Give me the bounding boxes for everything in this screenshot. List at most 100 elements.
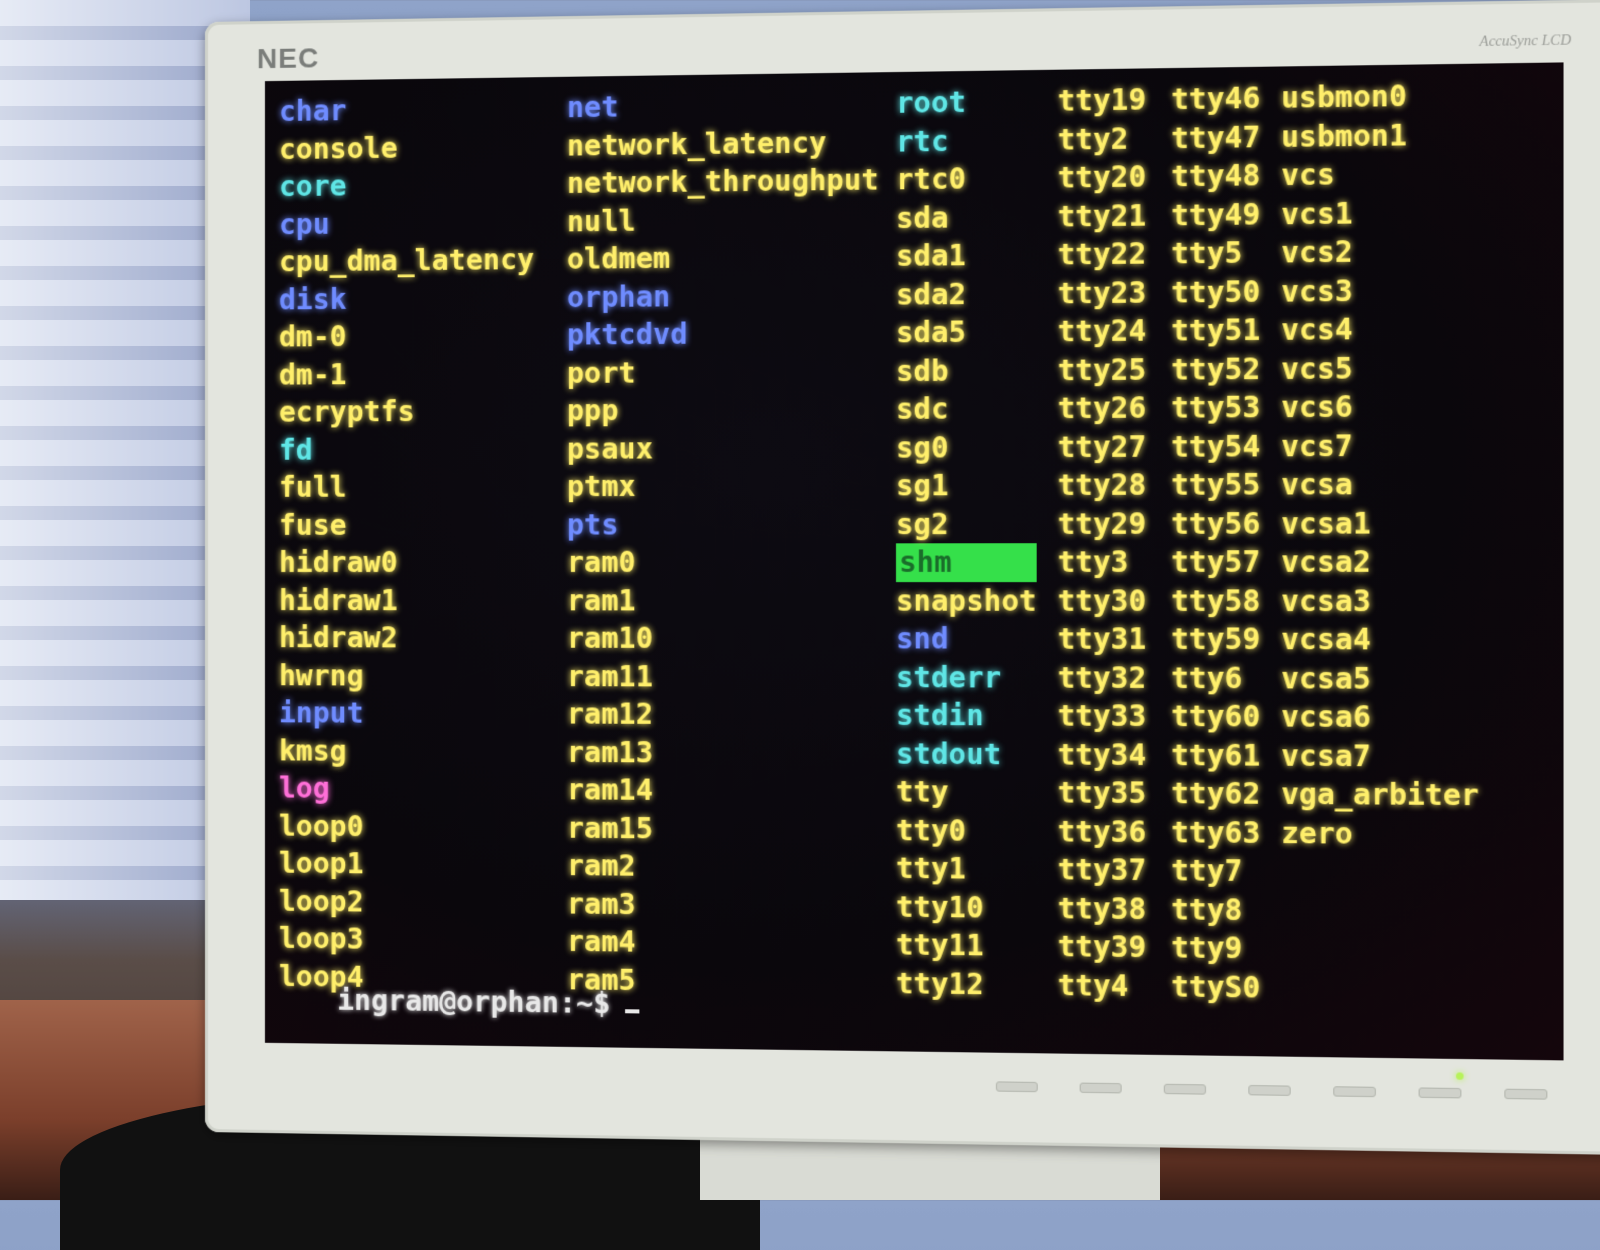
file-entry: vcs4 (1281, 312, 1353, 348)
monitor-button-bar (995, 1081, 1548, 1100)
file-entry: dm-0 (278, 319, 347, 354)
file-entry: loop3 (278, 921, 364, 956)
file-entry: tty19 (1057, 82, 1147, 118)
monitor-model-label: AccuSync LCD (1479, 33, 1572, 51)
file-entry: usbmon0 (1281, 79, 1407, 115)
file-entry: tty49 (1171, 197, 1261, 233)
file-entry: tty32 (1057, 660, 1147, 695)
file-entry: hidraw2 (278, 621, 398, 655)
file-entry: tty57 (1171, 545, 1261, 580)
file-entry: network_latency (566, 125, 827, 163)
file-entry: cpu_dma_latency (278, 242, 535, 279)
file-entry: tty1 (895, 851, 967, 886)
file-entry: char (278, 94, 347, 129)
file-entry: vcs1 (1281, 196, 1353, 231)
monitor-exit-button[interactable] (995, 1081, 1038, 1093)
file-entry: rtc0 (895, 161, 967, 197)
file-entry: sdb (895, 353, 949, 388)
file-entry: sdc (895, 392, 949, 427)
file-entry: sg0 (895, 430, 949, 465)
file-entry: tty51 (1171, 313, 1261, 348)
monitor-select-button[interactable] (1418, 1087, 1462, 1099)
file-entry: ram11 (566, 659, 653, 693)
file-entry: orphan (566, 279, 671, 314)
file-entry: ram0 (566, 545, 636, 580)
file-entry: vcsa4 (1281, 622, 1371, 657)
file-entry: tty23 (1057, 275, 1147, 311)
file-entry: root (895, 85, 967, 120)
file-entry: tty46 (1171, 81, 1261, 117)
file-entry: snd (895, 621, 949, 656)
file-entry: vcs2 (1281, 234, 1353, 270)
file-entry: tty24 (1057, 313, 1147, 349)
file-entry: vcsa6 (1281, 699, 1371, 735)
file-entry: tty5 (1171, 235, 1243, 271)
file-entry: vcsa5 (1281, 661, 1371, 696)
listing-column-1: char console core cpu cpu_dma_latency disk dm-… (279, 89, 534, 998)
file-entry: tty35 (1057, 775, 1147, 811)
file-entry: tty50 (1171, 274, 1261, 310)
file-entry: tty (895, 774, 949, 809)
file-entry: tty31 (1057, 622, 1147, 657)
file-entry: tty59 (1171, 622, 1261, 657)
file-entry: kmsg (278, 733, 347, 768)
file-entry: usbmon1 (1281, 117, 1407, 154)
file-entry: tty55 (1171, 467, 1261, 502)
file-entry: ptmx (566, 469, 636, 504)
file-entry: vcs (1281, 157, 1335, 193)
file-entry: console (278, 131, 398, 166)
file-entry: tty39 (1057, 929, 1147, 965)
file-entry: ram3 (566, 886, 636, 921)
file-entry: sda1 (895, 238, 967, 274)
file-entry: tty61 (1171, 737, 1261, 773)
file-entry: hidraw1 (278, 583, 398, 617)
file-entry: tty25 (1057, 352, 1147, 387)
file-entry: vcsa3 (1281, 583, 1371, 618)
file-entry: tty38 (1057, 891, 1147, 926)
file-entry: tty47 (1171, 119, 1261, 155)
shell-prompt-line[interactable]: ingram@orphan:~$ (337, 984, 640, 1021)
monitor-left-button[interactable] (1079, 1082, 1122, 1094)
file-entry: vcs3 (1281, 273, 1353, 309)
file-entry: tty37 (1057, 852, 1147, 888)
file-entry: tty58 (1171, 583, 1261, 618)
file-entry: tty21 (1057, 198, 1147, 234)
file-entry: sda2 (895, 276, 967, 312)
file-entry: tty34 (1057, 737, 1147, 772)
file-entry: tty6 (1171, 660, 1243, 695)
file-entry: tty11 (895, 927, 984, 963)
file-entry: tty22 (1057, 236, 1147, 272)
file-entry: tty8 (1171, 892, 1243, 927)
monitor-down-button[interactable] (1248, 1084, 1291, 1096)
terminal-screen[interactable]: char console core cpu cpu_dma_latency disk dm-… (264, 62, 1564, 1061)
file-entry: core (278, 169, 347, 204)
file-entry: zero (1281, 815, 1353, 851)
file-entry: stderr (895, 660, 1002, 695)
listing-column-5: tty46 tty47 tty48 tty49 tty5 tty50 tty51 tty52 t… (1171, 79, 1260, 1007)
file-entry: ram14 (566, 773, 653, 807)
file-entry: tty56 (1171, 506, 1261, 541)
file-entry: ram2 (566, 848, 636, 883)
file-entry: input (278, 696, 364, 730)
monitor-right-button[interactable] (1163, 1083, 1206, 1095)
monitor-reset-button[interactable] (1504, 1088, 1548, 1100)
file-entry: sg2 (895, 507, 949, 541)
file-entry: tty10 (895, 889, 984, 925)
monitor-up-button[interactable] (1333, 1086, 1376, 1098)
file-entry: null (566, 203, 636, 238)
file-entry: stdout (895, 736, 1002, 771)
file-entry: shm (895, 543, 1037, 582)
file-entry: tty7 (1171, 853, 1243, 889)
file-entry: tty62 (1171, 776, 1261, 811)
file-entry: port (566, 355, 636, 390)
file-entry: tty33 (1057, 698, 1147, 734)
file-entry: loop0 (278, 808, 364, 843)
file-entry: dm-1 (278, 357, 347, 392)
file-entry: ram12 (566, 697, 653, 731)
file-entry: vcs7 (1281, 428, 1353, 464)
file-entry: stdin (895, 698, 984, 733)
file-entry: pts (566, 507, 619, 542)
listing-column-4: tty19 tty2 tty20 tty21 tty22 tty23 tty24 tty25 t… (1058, 81, 1147, 1006)
file-entry: vcs6 (1281, 389, 1353, 425)
file-entry: tty29 (1057, 506, 1147, 541)
